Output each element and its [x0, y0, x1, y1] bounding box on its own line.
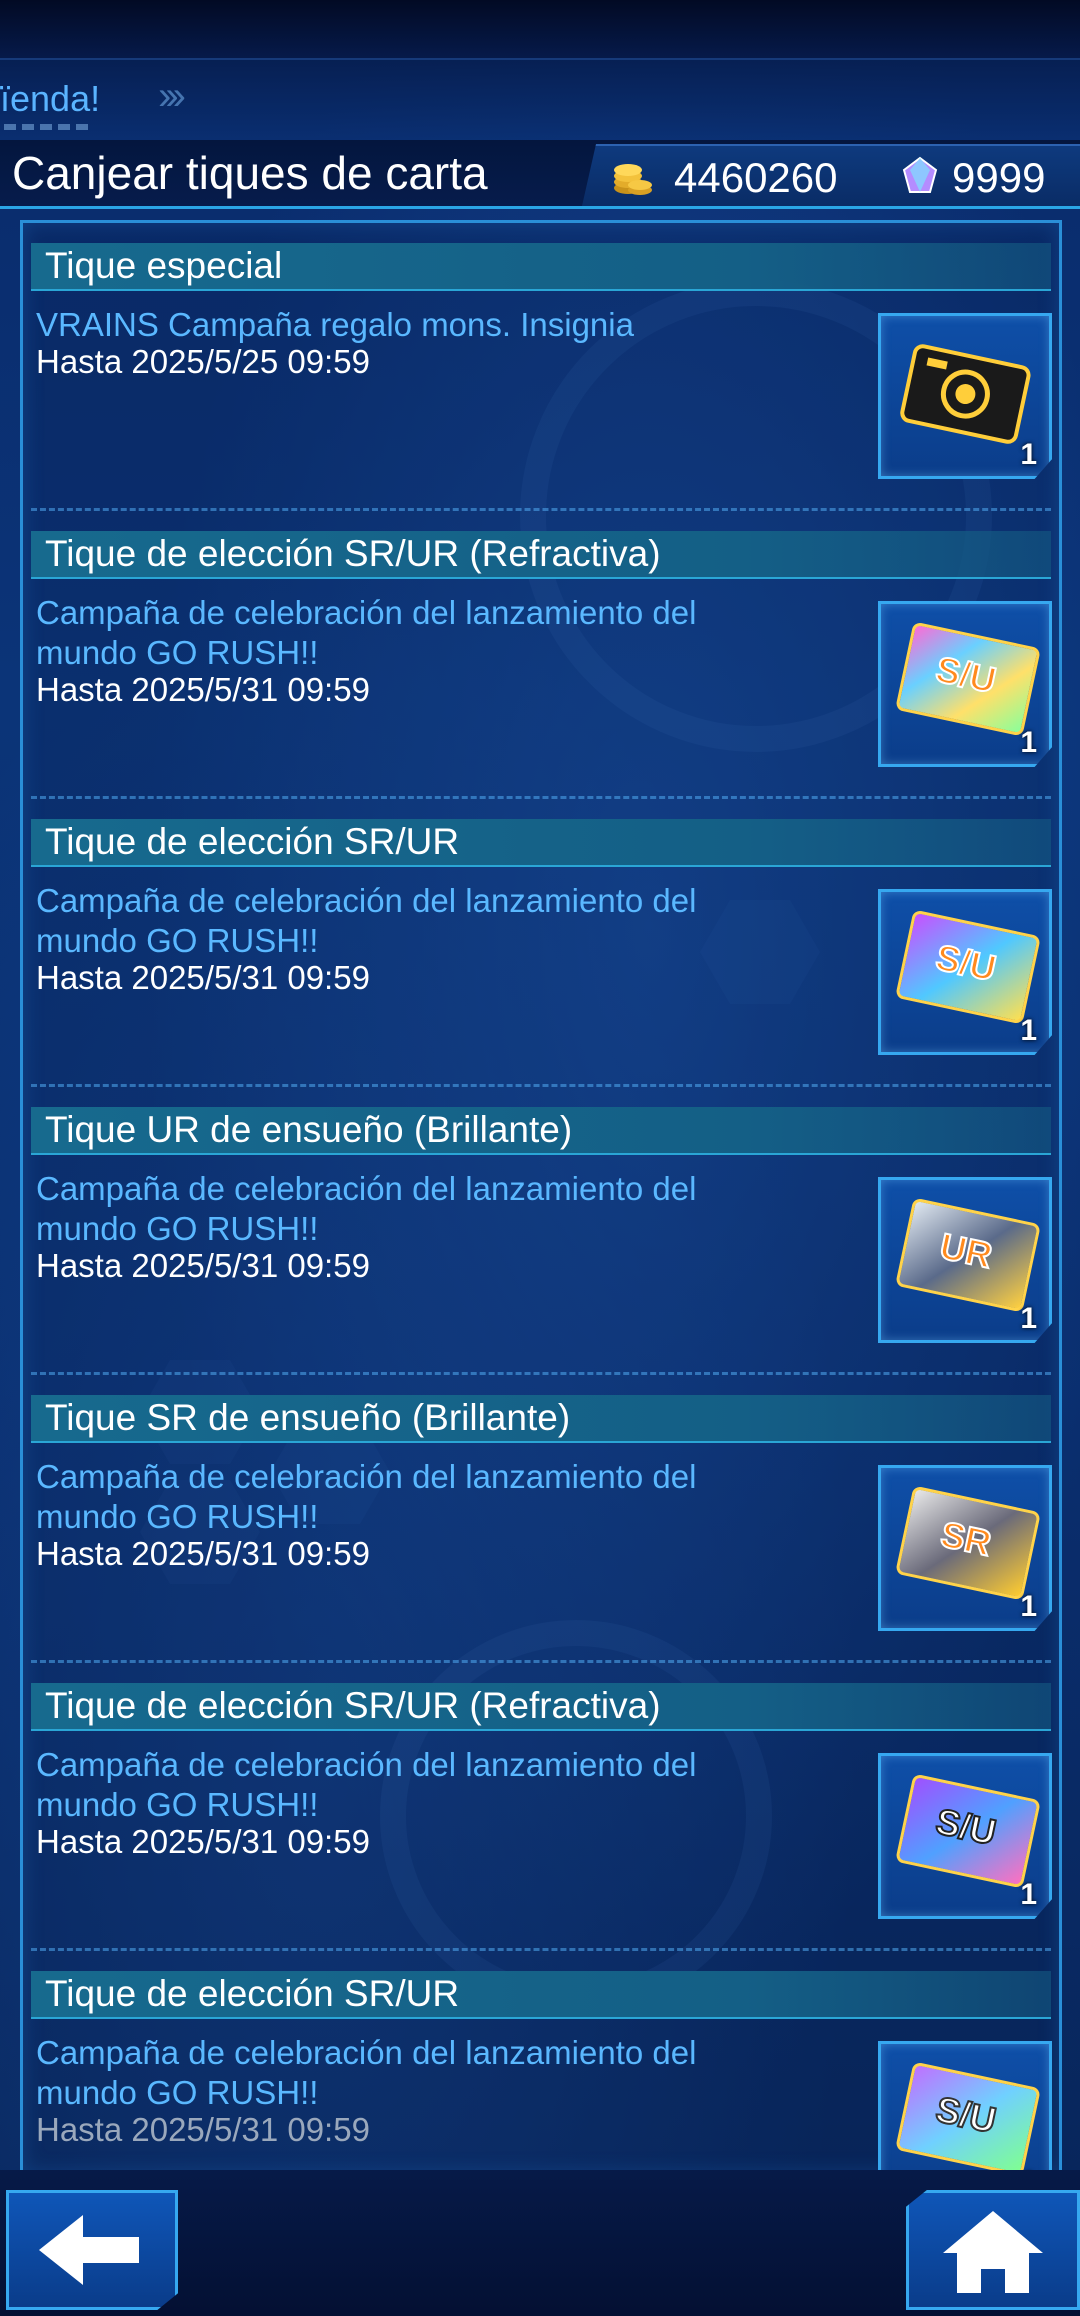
ticket-count: 1 [1020, 726, 1037, 759]
ticket-title: Tique especial [45, 245, 283, 286]
header-bar: Canjear tiques de carta 4460260 9999 [0, 140, 1080, 209]
ticket-item[interactable]: Tique de elección SR/UR (Refractiva) Cam… [23, 1663, 1059, 1951]
back-arrow-icon [39, 2215, 139, 2285]
page-title: Canjear tiques de carta [12, 147, 488, 199]
ticket-item[interactable]: Tique de elección SR/UR (Refractiva) Cam… [23, 511, 1059, 799]
chevrons-icon: ››› [158, 74, 186, 118]
ticket-campaign: Campaña de celebración del lanzamiento d… [36, 1746, 697, 1823]
ticket-header: Tique especial [31, 243, 1051, 291]
ticket-thumbnail[interactable]: SR 1 [878, 1465, 1052, 1631]
ticket-deadline: Hasta 2025/5/31 09:59 [36, 959, 370, 996]
ticket-campaign: Campaña de celebración del lanzamiento d… [36, 594, 697, 671]
ticket-thumbnail[interactable]: S/U 1 [878, 1753, 1052, 1919]
ticket-count: 1 [1020, 438, 1037, 471]
ticket-campaign: VRAINS Campaña regalo mons. Insignia [36, 306, 634, 343]
ticket-title: Tique UR de ensueño (Brillante) [45, 1109, 573, 1150]
ticket-item[interactable]: Tique de elección SR/UR Campaña de celeb… [23, 799, 1059, 1087]
ticket-title: Tique de elección SR/UR [45, 821, 460, 862]
ticket-header: Tique SR de ensueño (Brillante) [31, 1395, 1051, 1443]
ticket-thumbnail[interactable]: UR 1 [878, 1177, 1052, 1343]
ticket-campaign: Campaña de celebración del lanzamiento d… [36, 882, 697, 959]
home-icon [943, 2211, 1043, 2293]
coin-stack-icon [614, 164, 652, 195]
ticket-campaign: Campaña de celebración del lanzamiento d… [36, 1458, 697, 1535]
ticket-title: Tique de elección SR/UR [45, 1973, 460, 2014]
ticket-campaign: Campaña de celebración del lanzamiento d… [36, 1170, 697, 1247]
ticket-item[interactable]: Tique SR de ensueño (Brillante) Campaña … [23, 1375, 1059, 1663]
ticket-deadline: Hasta 2025/5/31 09:59 [36, 1247, 370, 1284]
ticket-header: Tique de elección SR/UR (Refractiva) [31, 1683, 1051, 1731]
currency-panel: 4460260 9999 [582, 144, 1080, 206]
ticker-dots [4, 124, 88, 130]
ticket-count: 1 [1020, 1302, 1037, 1335]
ticket-header: Tique de elección SR/UR [31, 819, 1051, 867]
ticket-deadline: Hasta 2025/5/25 09:59 [36, 343, 370, 380]
ticket-title: Tique de elección SR/UR (Refractiva) [45, 533, 661, 574]
gem-balance: 9999 [952, 154, 1046, 201]
ticket-item[interactable]: Tique especial VRAINS Campaña regalo mon… [23, 223, 1059, 511]
shop-ticker: ïenda! ››› [0, 60, 1080, 148]
ticket-deadline: Hasta 2025/5/31 09:59 [36, 1823, 370, 1860]
ticket-thumbnail[interactable]: 1 [878, 313, 1052, 479]
back-button[interactable] [6, 2190, 178, 2310]
ticket-campaign: Campaña de celebración del lanzamiento d… [36, 2034, 697, 2111]
ticker-text: ïenda! [0, 78, 101, 119]
ticket-title: Tique de elección SR/UR (Refractiva) [45, 1685, 661, 1726]
ticket-item[interactable]: Tique de elección SR/UR Campaña de celeb… [23, 1951, 1059, 2173]
ticket-deadline: Hasta 2025/5/31 09:59 [36, 1535, 370, 1572]
gem-icon [902, 156, 938, 193]
ticket-thumbnail[interactable]: S/U 1 [878, 601, 1052, 767]
coin-balance: 4460260 [674, 154, 838, 201]
ticket-item[interactable]: Tique UR de ensueño (Brillante) Campaña … [23, 1087, 1059, 1375]
ticket-count: 1 [1020, 1014, 1037, 1047]
status-strip [0, 0, 1080, 60]
ticket-count: 1 [1020, 1878, 1037, 1911]
ticket-header: Tique de elección SR/UR [31, 1971, 1051, 2019]
ticket-thumbnail[interactable]: S/U 1 [878, 889, 1052, 1055]
ticket-thumbnail[interactable]: S/U 1 [878, 2041, 1052, 2173]
ticket-deadline: Hasta 2025/5/31 09:59 [36, 2111, 370, 2148]
home-button[interactable] [906, 2190, 1080, 2310]
ticket-title: Tique SR de ensueño (Brillante) [45, 1397, 571, 1438]
ticket-deadline: Hasta 2025/5/31 09:59 [36, 671, 370, 708]
bottom-nav-bar [0, 2170, 1080, 2316]
ticket-header: Tique UR de ensueño (Brillante) [31, 1107, 1051, 1155]
ticket-count: 1 [1020, 1590, 1037, 1623]
ticket-exchange-screen: ïenda! ››› Canjear tiques de carta 44602… [0, 0, 1080, 2316]
ticket-header: Tique de elección SR/UR (Refractiva) [31, 531, 1051, 579]
ticket-list[interactable]: Tique especial VRAINS Campaña regalo mon… [20, 220, 1062, 2176]
